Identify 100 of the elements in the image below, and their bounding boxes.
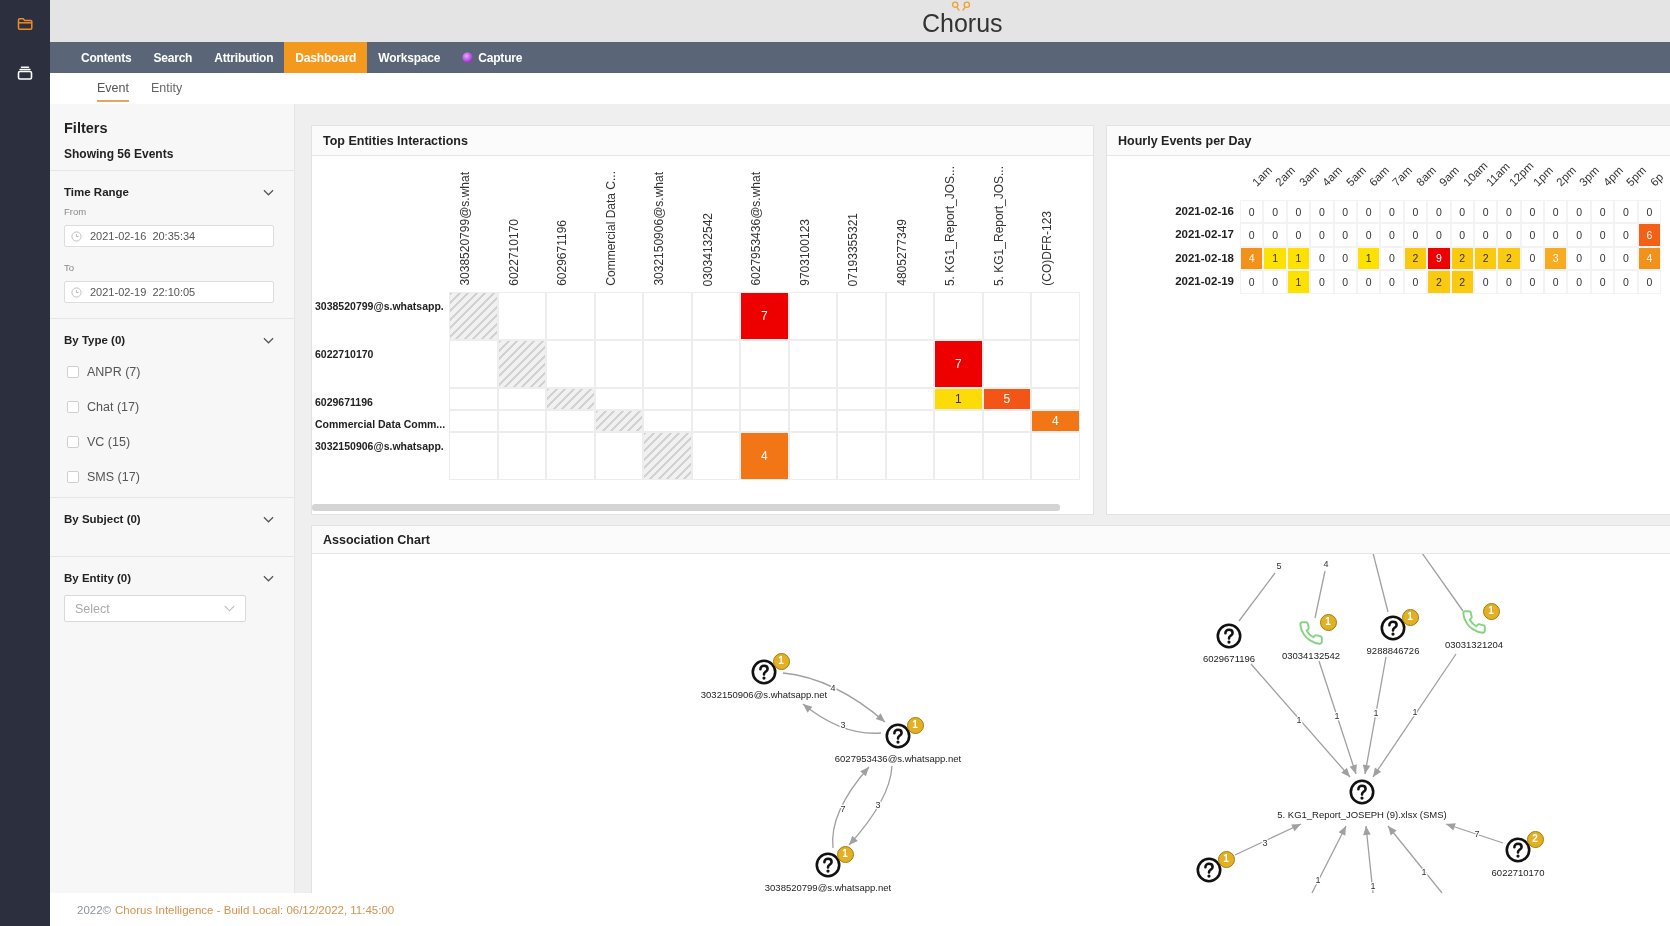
hour-cell: 0 xyxy=(1333,223,1357,247)
checkbox[interactable] xyxy=(67,401,79,413)
question-mark-icon[interactable] xyxy=(1196,857,1222,883)
nav-tab[interactable]: Workspace xyxy=(367,42,452,73)
hour-label: 8am xyxy=(1413,164,1439,189)
checkbox[interactable] xyxy=(67,366,79,378)
column-header: 3038520799@s.what xyxy=(458,172,472,286)
hour-cell: 0 xyxy=(1403,223,1428,247)
edge-label: 4 xyxy=(1323,559,1329,569)
question-mark-icon[interactable] xyxy=(815,852,841,878)
nav-tab[interactable]: Contents xyxy=(70,42,143,73)
hour-cell: 0 xyxy=(1567,270,1591,294)
matrix-cell xyxy=(1031,432,1080,480)
node-label: 5. KG1_Report_JOSEPH (9).xlsx (SMS) xyxy=(1277,810,1447,820)
hour-label: 9am xyxy=(1436,164,1462,189)
date-time-field[interactable]: 2021-02-19 22:10:05 xyxy=(64,281,274,303)
hour-label: 6am xyxy=(1366,164,1392,189)
column-header: (CO)DFR-123 xyxy=(1040,211,1054,286)
question-mark-icon[interactable] xyxy=(885,723,911,749)
hatched-cell xyxy=(497,340,546,388)
hour-cell: 0 xyxy=(1473,223,1498,247)
question-mark-icon[interactable] xyxy=(1349,779,1375,805)
row-header: 6029671196 xyxy=(315,395,373,409)
clock-icon xyxy=(71,286,82,298)
hour-cell: 0 xyxy=(1240,270,1264,294)
date-label: 2021-02-16 xyxy=(1175,205,1234,217)
hour-cell: 0 xyxy=(1590,200,1615,224)
edge-label: 1 xyxy=(1315,875,1321,885)
matrix-cell xyxy=(885,410,934,432)
matrix-cell xyxy=(788,292,837,340)
hour-cell: 0 xyxy=(1614,270,1638,294)
node-label: 3038520799@s.whatsapp.net xyxy=(764,883,892,893)
edge-label: 1 xyxy=(1412,707,1418,717)
chevron-down-icon[interactable] xyxy=(263,188,274,196)
hour-cell: 0 xyxy=(1520,270,1545,294)
matrix-cell xyxy=(691,292,740,340)
hour-label: 3am xyxy=(1296,164,1322,189)
question-mark-icon[interactable] xyxy=(751,659,777,685)
hour-cell: 0 xyxy=(1240,200,1264,224)
hour-cell: 0 xyxy=(1544,270,1568,294)
nav-tab[interactable]: Capture xyxy=(451,42,534,73)
question-mark-icon[interactable] xyxy=(1380,615,1406,641)
scrollbar[interactable] xyxy=(312,504,1060,511)
hour-cell: 0 xyxy=(1380,246,1404,271)
hour-cell: 0 xyxy=(1380,270,1404,294)
edge-label: 3 xyxy=(840,720,846,730)
node-label: 6027953436@s.whatsapp.net xyxy=(834,754,962,764)
panel-title: Hourly Events per Day xyxy=(1118,133,1252,148)
matrix-cell xyxy=(1031,340,1080,388)
chevron-down-icon[interactable] xyxy=(263,574,274,582)
edge-label: 1 xyxy=(1421,867,1427,877)
question-mark-icon[interactable] xyxy=(1216,623,1242,649)
matrix-cell xyxy=(1031,388,1080,410)
count-badge: 1 xyxy=(836,845,854,863)
hour-cell: 0 xyxy=(1450,200,1474,224)
hatched-cell xyxy=(449,292,498,340)
node-label: 9288846726 xyxy=(1366,646,1420,656)
date-time-field[interactable]: 2021-02-16 20:35:34 xyxy=(64,225,274,247)
matrix-cell xyxy=(546,340,595,388)
question-mark-icon[interactable] xyxy=(1505,837,1531,863)
stacked-box-icon[interactable] xyxy=(17,66,33,80)
chevron-down-icon[interactable] xyxy=(263,515,274,523)
chevron-down-icon xyxy=(224,605,235,612)
count-badge: 1 xyxy=(1217,850,1235,868)
section-title: Time Range xyxy=(64,186,129,198)
hour-label: 6p xyxy=(1647,170,1666,189)
hour-cell: 0 xyxy=(1427,223,1451,247)
hour-cell: 0 xyxy=(1590,270,1615,294)
matrix-cell xyxy=(546,410,595,432)
section-title: By Entity (0) xyxy=(64,572,132,584)
hatched-cell xyxy=(643,432,692,480)
field-label: To xyxy=(64,261,75,275)
hour-cell: 0 xyxy=(1614,246,1638,271)
nav-tab[interactable]: Search xyxy=(142,42,204,73)
sphere-icon xyxy=(462,52,474,63)
hour-cell: 0 xyxy=(1614,200,1638,224)
hour-cell: 0 xyxy=(1310,270,1334,294)
hour-cell: 0 xyxy=(1333,270,1357,294)
hour-label: 5am xyxy=(1343,164,1369,189)
hour-cell: 0 xyxy=(1567,223,1591,247)
column-header: 07193355321 xyxy=(846,212,860,286)
edge-label: 3 xyxy=(875,800,881,810)
checkbox[interactable] xyxy=(67,436,79,448)
matrix-cell xyxy=(788,432,837,480)
option-label: SMS (17) xyxy=(87,470,140,484)
sub-tab[interactable]: Event xyxy=(97,73,129,102)
nav-tab[interactable]: Attribution xyxy=(203,42,285,73)
hour-cell: 2 xyxy=(1427,270,1451,294)
chevron-down-icon[interactable] xyxy=(263,336,274,344)
hour-label: 2am xyxy=(1273,164,1299,189)
hour-cell: 0 xyxy=(1497,200,1521,224)
hour-cell: 0 xyxy=(1614,223,1638,247)
sub-tab[interactable]: Entity xyxy=(150,73,183,102)
checkbox[interactable] xyxy=(67,471,79,483)
heat-cell: 7 xyxy=(740,292,789,340)
node-label: 03031321204 xyxy=(1444,640,1504,650)
node-label: 6022710170 xyxy=(1491,868,1545,878)
hour-cell: 0 xyxy=(1520,223,1545,247)
matrix-cell xyxy=(788,410,837,432)
folder-icon[interactable] xyxy=(17,17,33,31)
